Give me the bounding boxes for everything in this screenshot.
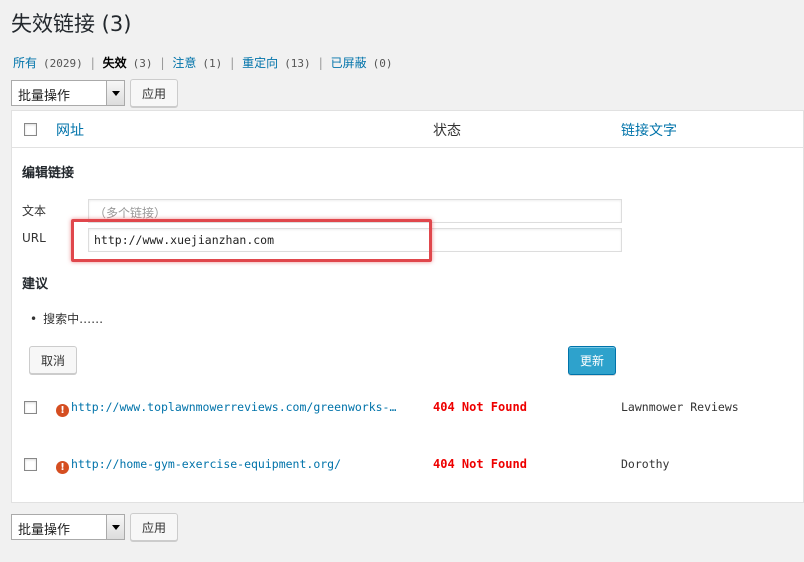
suggestions-title: 建议 [22,277,49,292]
link-text-input[interactable]: （多个链接） [88,199,622,223]
row-checkbox[interactable] [24,458,37,471]
update-button[interactable]: 更新 [568,346,617,375]
links-table: 网址 状态 链接文字 编辑链接 文本 （多个链接） URL http://www… [11,110,804,503]
table-row-url[interactable]: ! http://home-gym-exercise-equipment.org/ [56,457,341,474]
page-title: 失效链接 (3) [11,12,132,36]
bulk-action-select[interactable]: 批量操作 [11,80,125,106]
filter-redirect-count: (13) [284,57,311,70]
row-url-text[interactable]: http://www.toplawnmowerreviews.com/green… [71,400,396,414]
text-label: 文本 [22,204,47,218]
row-anchor-text: Lawnmower Reviews [621,400,739,414]
row-url-text[interactable]: http://home-gym-exercise-equipment.org/ [71,457,341,471]
bulk-action-value: 批量操作 [18,89,71,104]
filter-dismissed-count: (0) [372,57,393,70]
bulk-action-value: 批量操作 [18,523,71,538]
row-anchor-text: Dorothy [621,457,670,471]
filter-dismissed[interactable]: 已屏蔽 [331,56,367,70]
apply-button[interactable]: 应用 [130,513,179,541]
error-icon: ! [56,461,69,474]
chevron-down-icon[interactable] [106,81,124,105]
select-all-checkbox[interactable] [24,123,37,136]
column-url[interactable]: 网址 [56,120,84,140]
filter-broken[interactable]: 失效 [103,56,127,70]
chevron-down-icon[interactable] [106,515,124,539]
bulk-actions-bottom: 批量操作 应用 [11,513,179,541]
edit-link-title: 编辑链接 [22,166,75,181]
filter-separator: | [90,56,95,70]
filter-broken-count: (3) [132,57,153,70]
filter-redirect[interactable]: 重定向 [242,56,278,70]
bulk-actions-top: 批量操作 应用 [11,79,179,107]
filter-warning[interactable]: 注意 [172,56,196,70]
column-status: 状态 [433,123,461,139]
column-anchor-text[interactable]: 链接文字 [621,120,677,140]
filter-all-count: (2029) [43,57,83,70]
row-checkbox[interactable] [24,401,37,414]
link-url-input[interactable]: http://www.xuejianzhan.com [88,228,622,252]
row-status: 404 Not Found [433,457,527,471]
filter-separator: | [160,56,165,70]
filter-separator: | [230,56,235,70]
filter-warning-count: (1) [202,57,223,70]
filter-separator: | [318,56,323,70]
status-filter-links: 所有 (2029) | 失效 (3) | 注意 (1) | 重定向 (13) | 已屏蔽 (0) [13,54,392,71]
url-label: URL [22,231,46,245]
table-header: 网址 状态 链接文字 [12,111,803,148]
table-row-url[interactable]: ! http://www.toplawnmowerreviews.com/gree… [56,400,396,417]
apply-button[interactable]: 应用 [130,79,179,107]
cancel-button[interactable]: 取消 [29,346,78,374]
row-status: 404 Not Found [433,400,527,414]
filter-all[interactable]: 所有 [13,56,37,70]
bulk-action-select[interactable]: 批量操作 [11,514,125,540]
searching-status: 搜索中…… [30,310,103,327]
error-icon: ! [56,404,69,417]
